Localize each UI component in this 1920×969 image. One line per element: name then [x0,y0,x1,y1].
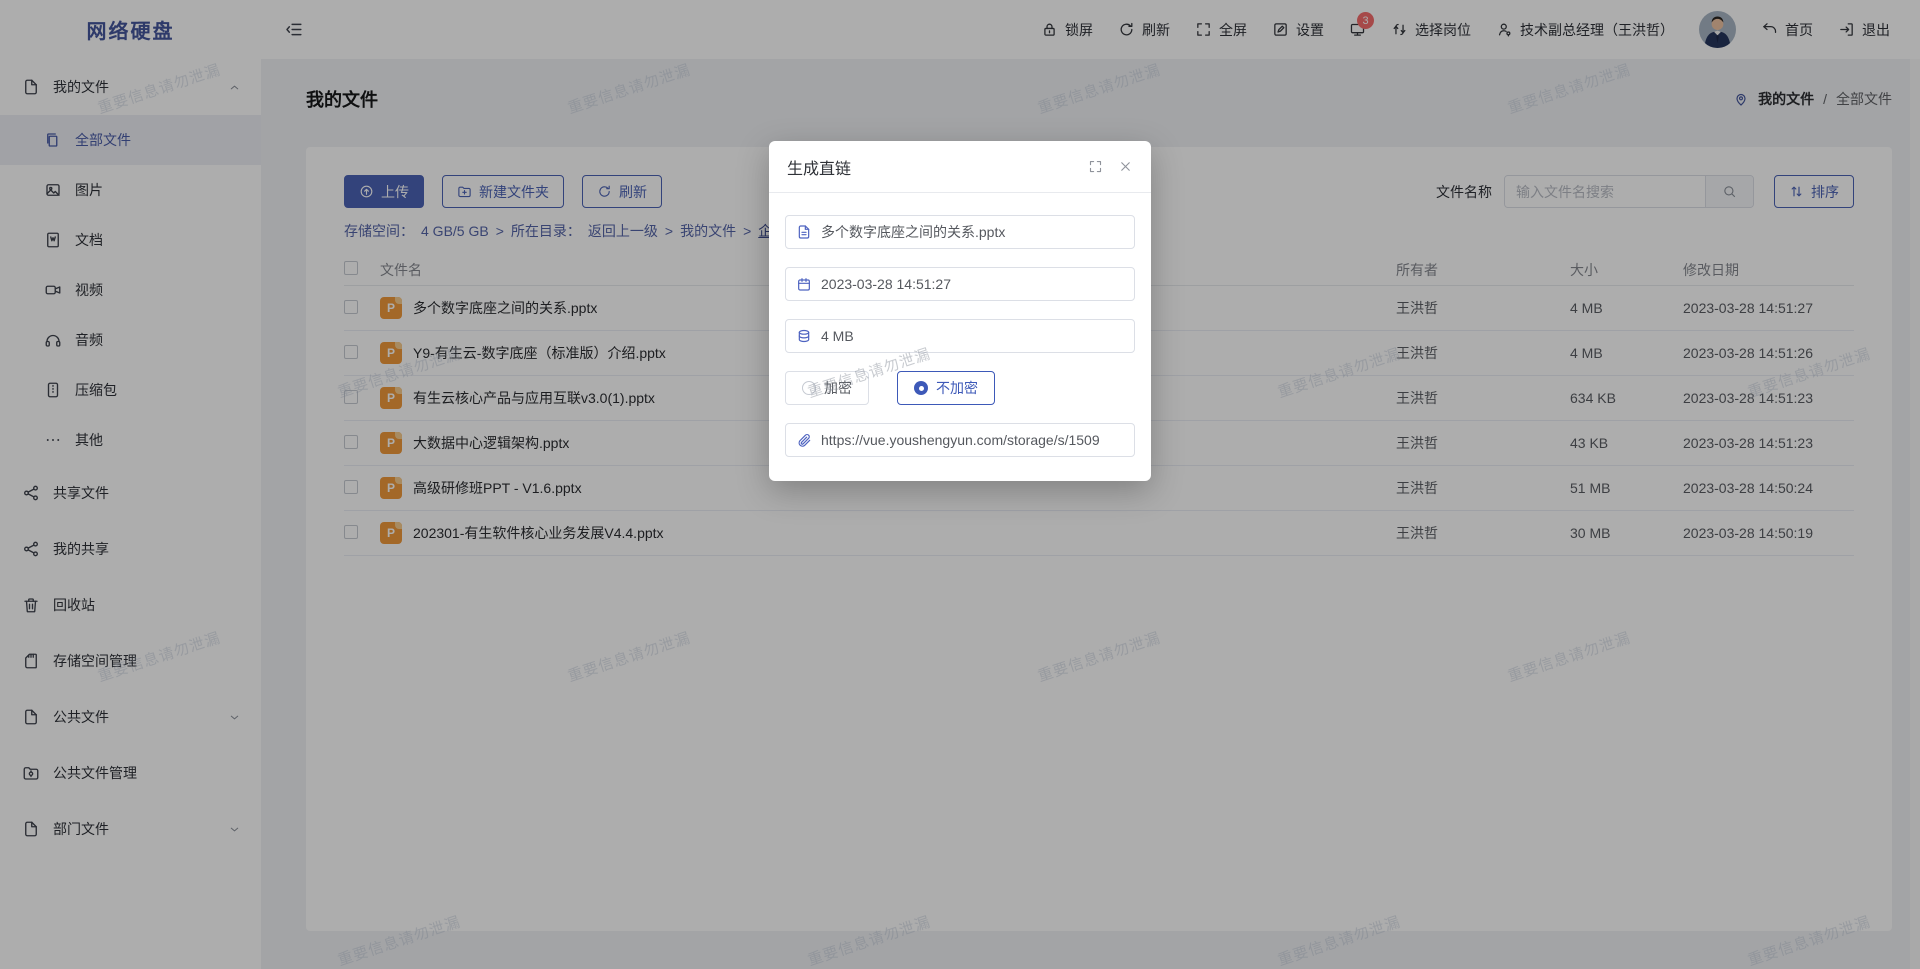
radio-off-icon [802,381,816,395]
file-name-input[interactable] [785,215,1135,249]
no-encrypt-radio[interactable]: 不加密 [897,371,995,405]
direct-link-field [785,423,1135,457]
modal-header: 生成直链 [769,141,1151,193]
modified-date-input[interactable] [785,267,1135,301]
calendar-icon [796,276,812,292]
file-size-input[interactable] [785,319,1135,353]
modal-body: 加密 不加密 [769,193,1151,481]
radio-on-icon [914,381,928,395]
encrypt-radio[interactable]: 加密 [785,371,869,405]
modified-date-field [785,267,1135,301]
document-icon [796,224,812,240]
close-icon[interactable] [1118,159,1133,174]
modal-fullscreen-icon[interactable] [1088,159,1103,174]
modal-tools [1088,159,1133,174]
generate-link-modal: 生成直链 加密 不加密 [769,141,1151,481]
file-name-field [785,215,1135,249]
file-size-field [785,319,1135,353]
direct-link-input[interactable] [785,423,1135,457]
encryption-options: 加密 不加密 [785,371,1135,405]
link-icon [796,432,812,448]
database-icon [796,328,812,344]
modal-title: 生成直链 [787,155,851,179]
